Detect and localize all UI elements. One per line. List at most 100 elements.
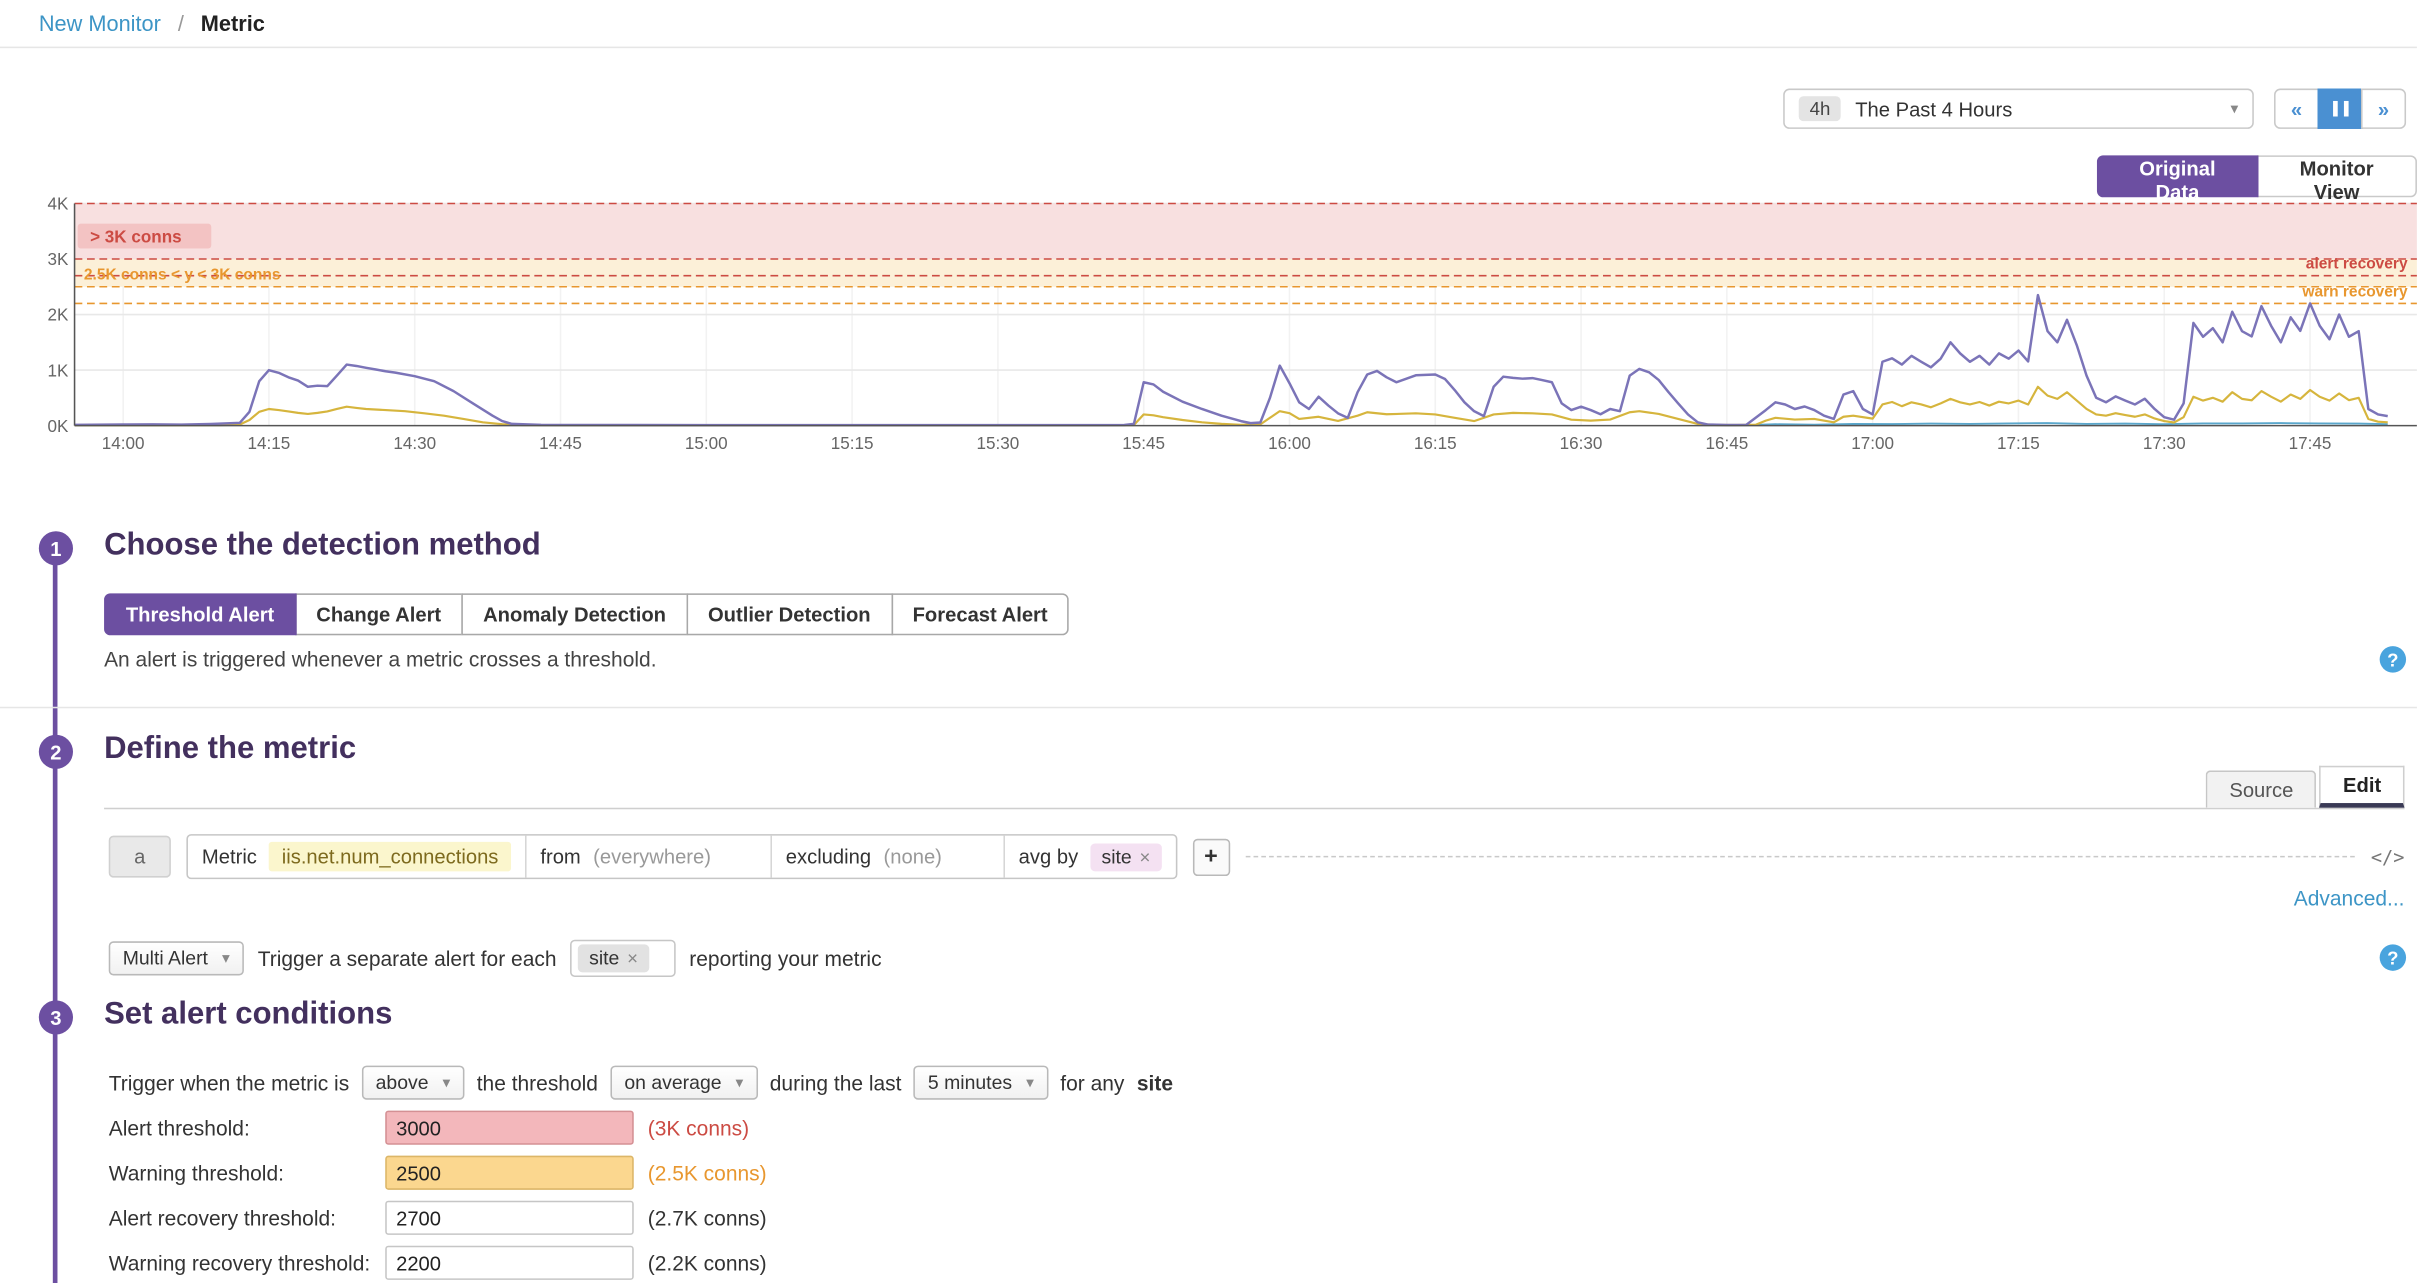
- data-view-toggle: Original Data Monitor View: [2099, 155, 2417, 197]
- avg-by-label: avg by: [1019, 845, 1079, 868]
- svg-text:16:00: 16:00: [1268, 434, 1311, 453]
- multi-alert-row: Multi Alert ▾ Trigger a separate alert f…: [109, 940, 882, 977]
- tab-threshold-alert[interactable]: Threshold Alert: [104, 593, 296, 635]
- metric-query-row: a Metric iis.net.num_connections from (e…: [109, 834, 2405, 879]
- chevron-down-icon: ▾: [442, 1074, 450, 1091]
- header-divider: [0, 47, 2417, 49]
- section-1-title: Choose the detection method: [104, 528, 541, 564]
- detection-description: An alert is triggered whenever a metric …: [104, 648, 656, 671]
- excluding-segment[interactable]: excluding (none): [772, 836, 1005, 878]
- svg-text:2K: 2K: [47, 306, 68, 325]
- multi-alert-tag-site[interactable]: site ×: [578, 944, 649, 972]
- breadcrumb-current: Metric: [201, 11, 265, 36]
- aggregation-value: on average: [624, 1072, 721, 1094]
- warning-recovery-label: Warning recovery threshold:: [109, 1251, 385, 1274]
- section-3-title: Set alert conditions: [104, 997, 392, 1033]
- multi-alert-group-input[interactable]: site ×: [570, 940, 675, 977]
- warning-threshold-row: Warning threshold: (2.5K conns): [109, 1156, 767, 1190]
- svg-text:4K: 4K: [47, 196, 68, 214]
- alert-threshold-row: Alert threshold: (3K conns): [109, 1111, 749, 1145]
- warning-threshold-input[interactable]: [385, 1156, 634, 1190]
- svg-text:17:30: 17:30: [2143, 434, 2186, 453]
- alert-threshold-input[interactable]: [385, 1111, 634, 1145]
- rewind-icon: «: [2291, 97, 2302, 120]
- alert-recovery-row: Alert recovery threshold: (2.7K conns): [109, 1201, 767, 1235]
- from-label: from: [540, 845, 580, 868]
- alert-threshold-note: (3K conns): [648, 1116, 749, 1139]
- chevron-down-icon: ▾: [222, 950, 230, 967]
- svg-text:17:45: 17:45: [2289, 434, 2332, 453]
- warning-recovery-note: (2.2K conns): [648, 1251, 767, 1274]
- original-data-button[interactable]: Original Data: [2097, 155, 2258, 197]
- threshold-direction-select[interactable]: above ▾: [362, 1066, 465, 1100]
- metric-timeseries-chart[interactable]: 0K1K2K3K4K14:0014:1514:3014:4515:0015:15…: [0, 196, 2417, 463]
- from-segment[interactable]: from (everywhere): [526, 836, 771, 878]
- time-window-select[interactable]: 5 minutes ▾: [914, 1066, 1048, 1100]
- aggregation-select[interactable]: on average ▾: [610, 1066, 757, 1100]
- tab-change-alert[interactable]: Change Alert: [294, 593, 462, 635]
- excluding-input[interactable]: (none): [884, 845, 990, 868]
- time-window-value: 5 minutes: [928, 1072, 1012, 1094]
- time-range-badge: 4h: [1799, 96, 1841, 121]
- pause-button[interactable]: [2318, 89, 2363, 129]
- svg-text:14:00: 14:00: [102, 434, 145, 453]
- tab-source[interactable]: Source: [2206, 770, 2317, 807]
- close-icon[interactable]: ×: [627, 948, 638, 970]
- pause-icon: [2329, 97, 2351, 120]
- svg-text:alert recovery: alert recovery: [2306, 256, 2408, 273]
- forward-icon: »: [2378, 97, 2389, 120]
- close-icon[interactable]: ×: [1139, 846, 1150, 868]
- rewind-button[interactable]: «: [2274, 89, 2319, 129]
- svg-text:0K: 0K: [47, 417, 68, 436]
- metric-segment[interactable]: Metric iis.net.num_connections: [188, 836, 526, 878]
- multi-alert-text-1: Trigger a separate alert for each: [258, 947, 557, 970]
- new-monitor-page: New Monitor / Metric 4h The Past 4 Hours…: [0, 0, 2417, 1283]
- monitor-view-button[interactable]: Monitor View: [2256, 155, 2417, 197]
- breadcrumb: New Monitor / Metric: [39, 11, 265, 36]
- time-range-selector[interactable]: 4h The Past 4 Hours ▾: [1783, 89, 2254, 129]
- tab-outlier-detection[interactable]: Outlier Detection: [686, 593, 892, 635]
- multi-alert-text-2: reporting your metric: [689, 947, 881, 970]
- warning-recovery-input[interactable]: [385, 1246, 634, 1280]
- tab-edit[interactable]: Edit: [2320, 766, 2405, 808]
- section-2-title: Define the metric: [104, 732, 356, 768]
- svg-text:14:45: 14:45: [539, 434, 582, 453]
- avg-by-segment[interactable]: avg by site ×: [1005, 836, 1176, 878]
- time-range-label: The Past 4 Hours: [1855, 97, 2230, 120]
- breadcrumb-separator: /: [178, 11, 184, 36]
- avg-by-tag-site[interactable]: site ×: [1091, 843, 1162, 871]
- warning-recovery-row: Warning recovery threshold: (2.2K conns): [109, 1246, 767, 1280]
- trigger-text-4: for any: [1060, 1071, 1124, 1094]
- svg-text:17:15: 17:15: [1997, 434, 2040, 453]
- trigger-condition-row: Trigger when the metric is above ▾ the t…: [109, 1066, 1173, 1100]
- tab-anomaly-detection[interactable]: Anomaly Detection: [461, 593, 687, 635]
- help-icon[interactable]: ?: [2380, 646, 2406, 672]
- alert-threshold-label: Alert threshold:: [109, 1116, 385, 1139]
- alert-recovery-note: (2.7K conns): [648, 1206, 767, 1229]
- advanced-link[interactable]: Advanced...: [2294, 887, 2405, 910]
- breadcrumb-new-monitor[interactable]: New Monitor: [39, 11, 161, 36]
- query-dashed-rule: [1245, 856, 2355, 858]
- detection-method-tabs: Threshold Alert Change Alert Anomaly Det…: [104, 593, 1069, 635]
- svg-text:warn recovery: warn recovery: [2301, 284, 2408, 301]
- add-query-button[interactable]: +: [1192, 838, 1229, 875]
- metric-name-input[interactable]: iis.net.num_connections: [269, 842, 511, 872]
- tab-forecast-alert[interactable]: Forecast Alert: [891, 593, 1070, 635]
- trigger-text-2: the threshold: [477, 1071, 598, 1094]
- svg-text:15:15: 15:15: [831, 434, 874, 453]
- from-scope-input[interactable]: (everywhere): [593, 845, 756, 868]
- svg-text:14:15: 14:15: [248, 434, 291, 453]
- alert-recovery-input[interactable]: [385, 1201, 634, 1235]
- help-icon[interactable]: ?: [2380, 944, 2406, 970]
- svg-text:2.5K conns < y < 3K conns: 2.5K conns < y < 3K conns: [84, 267, 281, 284]
- section-divider: [0, 707, 2417, 709]
- chevron-down-icon: ▾: [2230, 100, 2238, 117]
- forward-button[interactable]: »: [2361, 89, 2406, 129]
- avg-by-tag-label: site: [1101, 846, 1131, 868]
- code-icon[interactable]: </>: [2371, 846, 2405, 868]
- warning-threshold-note: (2.5K conns): [648, 1161, 767, 1184]
- svg-text:> 3K conns: > 3K conns: [90, 227, 182, 246]
- chevron-down-icon: ▾: [1026, 1074, 1034, 1091]
- svg-text:15:00: 15:00: [685, 434, 728, 453]
- alert-type-select[interactable]: Multi Alert ▾: [109, 941, 244, 975]
